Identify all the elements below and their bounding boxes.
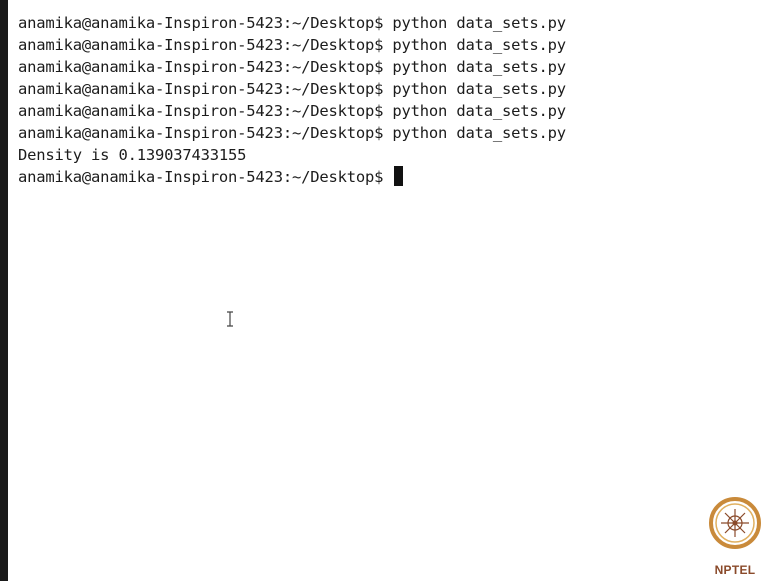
nptel-logo-text: NPTEL [714, 563, 756, 577]
terminal-line: anamika@anamika-Inspiron-5423:~/Desktop$… [18, 36, 566, 54]
text-cursor [394, 166, 404, 186]
ibeam-cursor-icon [226, 311, 234, 327]
terminal-line: anamika@anamika-Inspiron-5423:~/Desktop$… [18, 124, 566, 142]
terminal-line: anamika@anamika-Inspiron-5423:~/Desktop$… [18, 102, 566, 120]
terminal-line: anamika@anamika-Inspiron-5423:~/Desktop$… [18, 58, 566, 76]
terminal-window: anamika@anamika-Inspiron-5423:~/Desktop$… [0, 0, 767, 581]
nptel-logo: NPTEL [707, 485, 763, 577]
terminal-prompt: anamika@anamika-Inspiron-5423:~/Desktop$ [18, 168, 393, 186]
terminal-prompt-line[interactable]: anamika@anamika-Inspiron-5423:~/Desktop$ [18, 166, 767, 188]
terminal-output[interactable]: anamika@anamika-Inspiron-5423:~/Desktop$… [18, 12, 767, 581]
terminal-line: anamika@anamika-Inspiron-5423:~/Desktop$… [18, 14, 566, 32]
window-left-border [0, 0, 8, 581]
terminal-line: anamika@anamika-Inspiron-5423:~/Desktop$… [18, 80, 566, 98]
terminal-line: Density is 0.139037433155 [18, 146, 247, 164]
